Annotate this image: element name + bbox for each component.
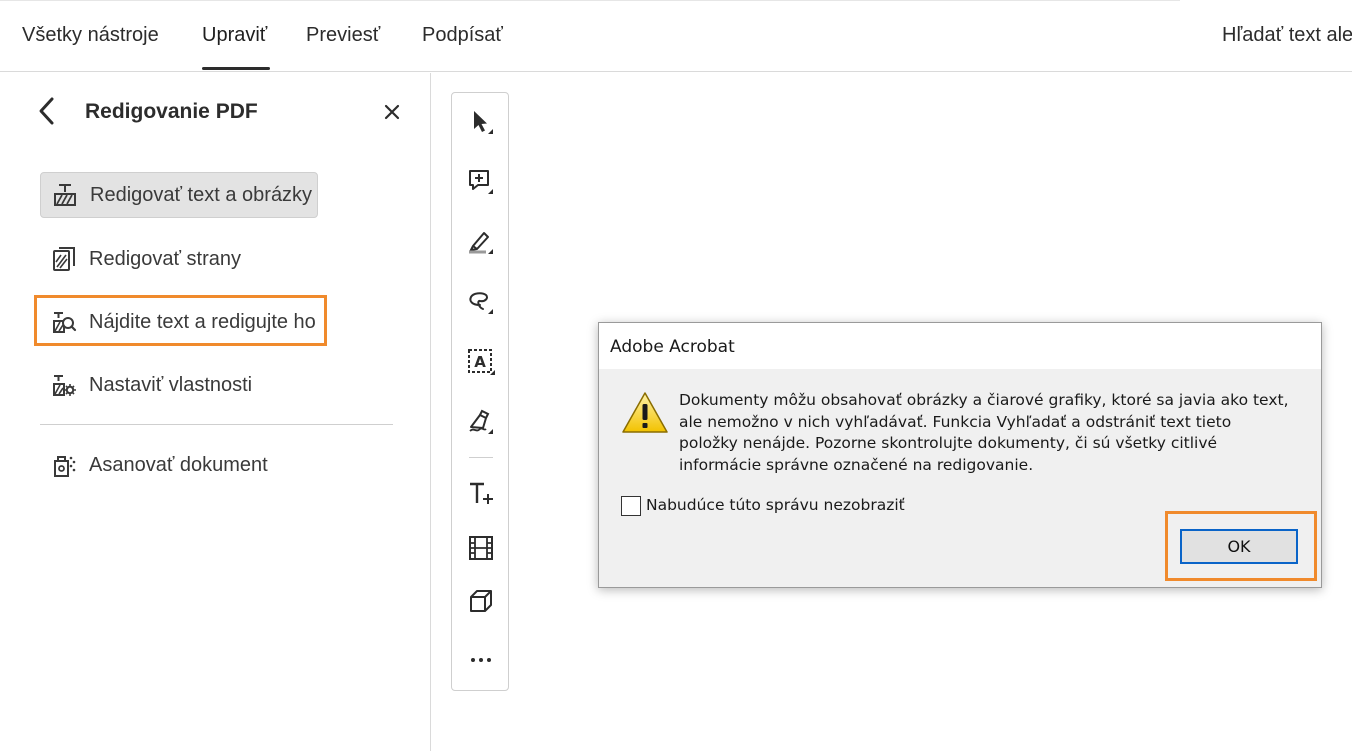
menu-item-label: Asanovať dokument	[89, 453, 268, 476]
panel-title: Redigovanie PDF	[85, 100, 258, 123]
redact-text-icon	[51, 181, 79, 209]
chevron-left-icon	[39, 97, 54, 125]
toolbar-separator	[469, 457, 493, 458]
tab-all-tools[interactable]: Všetky nástroje	[22, 24, 159, 47]
dialog-message: Dokumenty môžu obsahovať obrázky a čiaro…	[679, 390, 1309, 476]
redact-properties-icon	[50, 371, 78, 399]
sanitize-document-icon	[50, 451, 78, 479]
tool-highlight[interactable]	[464, 225, 498, 259]
more-icon	[471, 658, 491, 662]
3d-icon	[470, 590, 492, 612]
dialog-message-line: Dokumenty môžu obsahovať obrázky a čiaro…	[679, 391, 1289, 409]
menu-item-set-properties[interactable]: Nastaviť vlastnosti	[40, 362, 252, 408]
tab-sign[interactable]: Podpísať	[422, 24, 503, 47]
top-menu-bar: Všetky nástroje Upraviť Previesť Podpísa…	[0, 0, 1352, 72]
menu-item-label: Redigovať text a obrázky	[90, 183, 313, 206]
warning-icon	[622, 392, 668, 433]
dialog-message-line: ale nemožno v nich vyhľadávať. Funkcia V…	[679, 412, 1232, 431]
tab-edit[interactable]: Upraviť	[202, 24, 267, 47]
back-button[interactable]	[34, 96, 60, 126]
dialog-titlebar: Adobe Acrobat	[599, 323, 1321, 369]
quick-tools-toolbar: A	[451, 92, 509, 691]
draw-freeform-icon	[469, 292, 493, 314]
sign-icon	[469, 409, 493, 434]
panel-divider	[40, 424, 393, 425]
dialog-message-line: informácie správne označené na redigovan…	[679, 455, 1034, 474]
tool-select[interactable]	[464, 105, 498, 139]
active-tab-indicator	[202, 67, 270, 70]
dialog-title: Adobe Acrobat	[610, 337, 735, 357]
tool-add-comment[interactable]	[464, 165, 498, 199]
menu-item-label: Nastaviť vlastnosti	[89, 373, 253, 396]
menu-item-sanitize-document[interactable]: Asanovať dokument	[40, 442, 268, 488]
menu-item-label: Redigovať strany	[89, 247, 242, 270]
dont-show-again-checkbox[interactable]	[621, 496, 641, 516]
dialog-message-line: položky nenájde. Pozorne skontrolujte do…	[679, 434, 1218, 452]
highlight-ok-button	[1165, 511, 1317, 581]
dont-show-again-label: Nabudúce túto správu nezobraziť	[646, 496, 905, 514]
menu-item-redact-pages[interactable]: Redigovať strany	[40, 236, 241, 282]
tool-text-box[interactable]: A	[464, 345, 498, 379]
add-comment-icon	[469, 170, 493, 194]
text-select-box-icon: A	[468, 349, 495, 375]
close-icon	[384, 104, 400, 120]
tool-media[interactable]	[464, 531, 498, 565]
media-icon	[469, 536, 493, 560]
tab-convert[interactable]: Previesť	[306, 24, 380, 47]
tool-sign[interactable]	[464, 405, 498, 439]
highlight-icon	[469, 232, 493, 254]
tool-add-text[interactable]	[464, 477, 498, 511]
redact-pages-icon	[50, 245, 78, 273]
tool-draw[interactable]	[464, 285, 498, 319]
tool-more[interactable]	[464, 643, 498, 677]
tool-3d[interactable]	[464, 585, 498, 619]
close-panel-button[interactable]	[380, 100, 404, 124]
menu-item-redact-text-images[interactable]: Redigovať text a obrázky	[40, 172, 318, 218]
top-border	[0, 0, 1180, 1]
select-icon	[474, 111, 493, 134]
search-text-field[interactable]: Hľadať text ale	[1222, 24, 1352, 47]
add-text-icon	[470, 482, 493, 504]
highlight-find-redact	[34, 295, 327, 346]
svg-text:A: A	[474, 353, 486, 371]
